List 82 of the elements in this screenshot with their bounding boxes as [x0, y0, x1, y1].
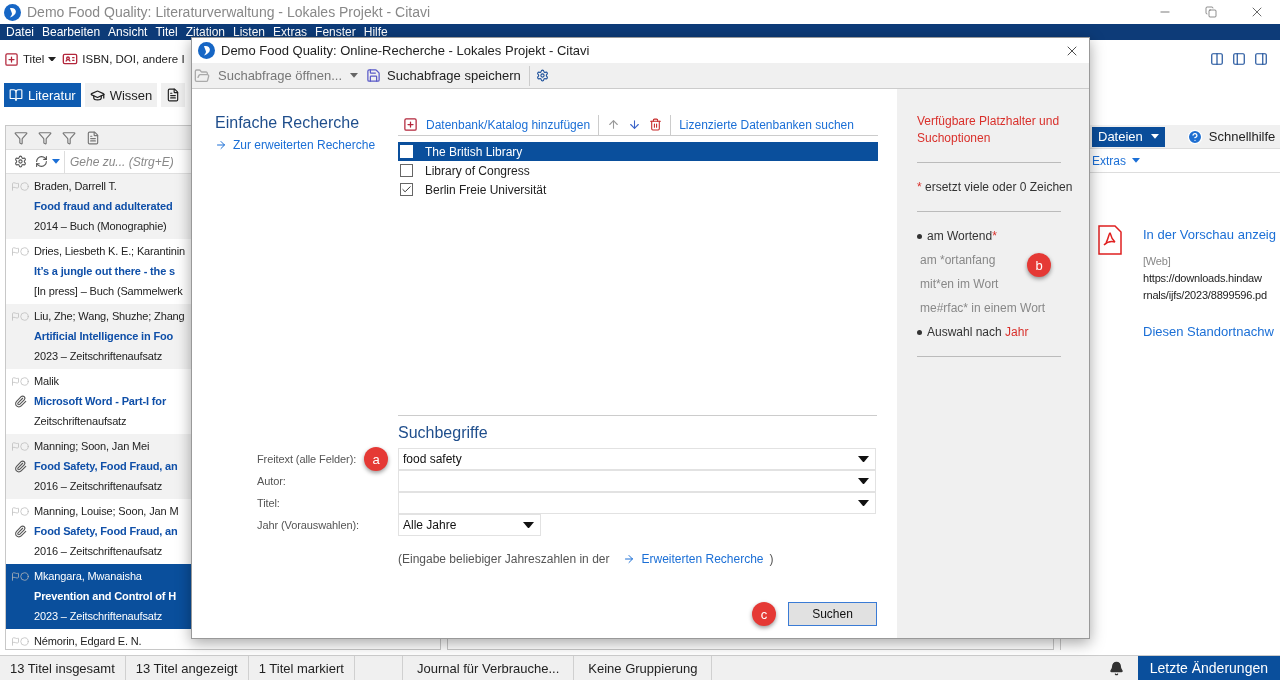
- menu-item[interactable]: Ansicht: [104, 24, 152, 40]
- database-row[interactable]: Berlin Freie Universität: [398, 180, 878, 199]
- reference-title: Artificial Intelligence in Foo: [34, 329, 174, 344]
- reference-meta: [In press] – Buch (Sammelwerk: [34, 284, 183, 299]
- menu-item[interactable]: Bearbeiten: [38, 24, 105, 40]
- save-query-button[interactable]: Suchabfrage speichern: [364, 68, 523, 83]
- field-label: Autor:: [257, 475, 286, 487]
- url-text: https://downloads.hindaw: [1143, 271, 1262, 286]
- menu-item[interactable]: Titel: [151, 24, 182, 40]
- hint-text: (Eingabe beliebiger Jahreszahlen in der: [398, 551, 610, 568]
- advanced-search-link[interactable]: Erweiterten Recherche: [623, 550, 764, 568]
- reference-author: Manning; Soon, Jan Mei: [34, 439, 150, 454]
- reference-meta: 2014 – Buch (Monographie): [34, 219, 167, 234]
- callout-badge: a: [364, 447, 388, 471]
- reference-meta: 2016 – Zeitschriftenaufsatz: [34, 544, 163, 559]
- status-text: Journal für Verbrauche...: [402, 656, 575, 680]
- reference-title: Food Safety, Food Fraud, an: [34, 524, 178, 539]
- reference-author: Dries, Liesbeth K. E.; Karantinin: [34, 244, 185, 259]
- wildcard-example: am *ortanfang: [919, 252, 996, 269]
- reference-meta: 2023 – Zeitschriftenaufsatz: [34, 609, 163, 624]
- wildcard-example: mit*en im Wort: [919, 276, 999, 293]
- reference-meta: Zeitschriftenaufsatz: [34, 414, 127, 429]
- search-button[interactable]: Suchen: [788, 602, 877, 626]
- dialog-title: Demo Food Quality: Online-Recherche - Lokales Projekt - Citavi: [221, 43, 590, 58]
- callout-badge: b: [1027, 253, 1051, 277]
- menu-item[interactable]: Datei: [2, 24, 38, 40]
- help-button[interactable]: Schnellhilfe: [1186, 128, 1276, 145]
- status-text: 13 Titel insgesamt: [0, 656, 126, 680]
- reference-author: Némorin, Edgard E. N.: [34, 634, 142, 649]
- search-option: Auswahl nach Jahr: [927, 320, 1029, 344]
- reference-author: Liu, Zhe; Wang, Shuzhe; Zhang: [34, 309, 185, 324]
- reference-author: Mkangara, Mwanaisha: [34, 569, 142, 584]
- reference-title: Prevention and Control of H: [34, 589, 176, 604]
- database-name: Library of Congress: [425, 163, 530, 178]
- status-text: 1 Titel markiert: [248, 656, 355, 680]
- status-text: Keine Gruppierung: [574, 656, 713, 680]
- isbn-field[interactable]: ISBN, DOI, andere I: [82, 53, 185, 65]
- files-button[interactable]: Dateien: [1092, 126, 1165, 147]
- reference-author: Braden, Darrell T.: [34, 179, 117, 194]
- reference-author: Malik: [34, 374, 59, 389]
- extras-menu[interactable]: Extras: [1092, 153, 1140, 168]
- menu-item[interactable]: Extras: [269, 24, 312, 40]
- menu-item[interactable]: Zitation: [181, 24, 229, 40]
- nav-tab[interactable]: Wissen: [84, 83, 158, 107]
- menu-item[interactable]: Hilfe: [359, 24, 392, 40]
- location-link[interactable]: Diesen Standortnachw: [1143, 324, 1274, 339]
- add-database-button[interactable]: Datenbank/Katalog hinzufügen: [403, 117, 591, 132]
- section-heading: Suchbegriffe: [398, 424, 489, 442]
- reference-title: It’s a jungle out there - the s: [34, 264, 175, 279]
- new-title-button[interactable]: Titel: [23, 53, 45, 65]
- url-text: rnals/ijfs/2023/8899596.pd: [1143, 288, 1267, 303]
- wildcard-example: me#rfac* in einem Wort: [919, 300, 1046, 317]
- reference-meta: 2016 – Zeitschriftenaufsatz: [34, 479, 163, 494]
- preview-link[interactable]: In der Vorschau anzeig: [1143, 227, 1276, 242]
- field-label: Freitext (alle Felder):: [257, 453, 357, 465]
- reference-title: Microsoft Word - Part-I for: [34, 394, 167, 409]
- help-heading: Verfügbare Platzhalter und Suchoptionen: [917, 113, 1061, 147]
- field-label: Jahr (Vorauswahlen):: [257, 519, 359, 531]
- year-select[interactable]: Alle Jahre: [398, 514, 541, 536]
- window-title: Demo Food Quality: Literaturverwaltung - Lokales Projekt - Citavi: [27, 4, 431, 20]
- licensed-databases-link[interactable]: Lizenzierte Datenbanken suchen: [679, 117, 854, 132]
- reference-author: Manning, Louise; Soon, Jan M: [34, 504, 179, 519]
- status-text: 13 Titel angezeigt: [125, 656, 249, 680]
- section-heading: Einfache Recherche: [215, 114, 360, 132]
- search-field[interactable]: food safety: [398, 448, 876, 470]
- database-row[interactable]: The British Library: [398, 142, 878, 161]
- hint-text: ): [769, 551, 774, 568]
- reference-meta: 2023 – Zeitschriftenaufsatz: [34, 349, 163, 364]
- source-label: [Web]: [1143, 254, 1171, 269]
- field-label: Titel:: [257, 497, 280, 509]
- reference-title: Food fraud and adulterated: [34, 199, 173, 214]
- database-row[interactable]: Library of Congress: [398, 161, 878, 180]
- reference-title: Food Safety, Food Fraud, an: [34, 459, 178, 474]
- callout-badge: c: [752, 602, 776, 626]
- nav-tab[interactable]: Literatur: [4, 83, 81, 107]
- latest-changes-button[interactable]: Letzte Änderungen: [1137, 656, 1280, 680]
- menu-item[interactable]: Fenster: [311, 24, 360, 40]
- database-name: Berlin Freie Universität: [425, 182, 547, 197]
- menu-item[interactable]: Listen: [229, 24, 270, 40]
- wildcard-legend: * ersetzt viele oder 0 Zeichen: [917, 175, 1073, 199]
- search-option: am Wortend*: [927, 224, 997, 248]
- database-name: The British Library: [425, 144, 523, 159]
